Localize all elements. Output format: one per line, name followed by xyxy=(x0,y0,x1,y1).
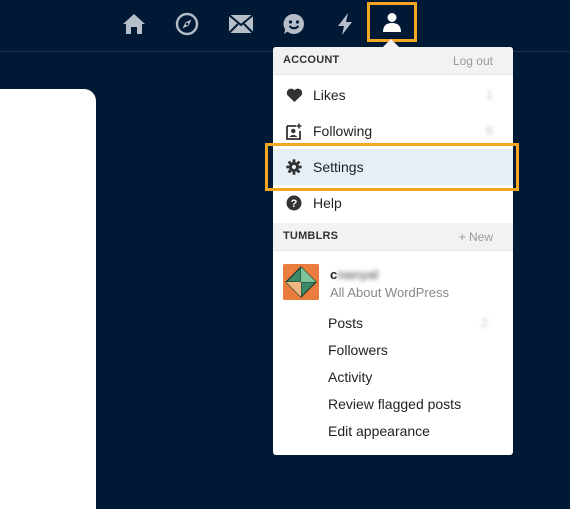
messaging-icon[interactable] xyxy=(279,9,309,39)
likes-count: 1 xyxy=(485,87,493,102)
followers-label: Followers xyxy=(328,342,388,358)
blog-title: All About WordPress xyxy=(330,285,449,300)
help-label: Help xyxy=(313,195,342,211)
dashboard-content-panel xyxy=(0,89,96,509)
question-icon: ? xyxy=(285,194,303,212)
blog-avatar xyxy=(283,264,319,300)
edit-appearance-link[interactable]: Edit appearance xyxy=(328,423,508,447)
tumblrs-section-header: TUMBLRS + New xyxy=(273,223,513,251)
account-header-label: ACCOUNT xyxy=(283,54,340,66)
activity-label: Activity xyxy=(328,369,373,385)
home-icon[interactable] xyxy=(119,9,149,39)
review-flagged-posts-label: Review flagged posts xyxy=(328,396,462,412)
following-label: Following xyxy=(313,123,373,139)
settings-highlight-box xyxy=(265,143,519,191)
posts-count: 2 xyxy=(480,315,488,330)
inbox-icon[interactable] xyxy=(226,9,256,39)
edit-appearance-label: Edit appearance xyxy=(328,423,430,439)
heart-icon xyxy=(285,86,303,104)
posts-label: Posts xyxy=(328,315,364,331)
blog-activity-link[interactable]: Activity xyxy=(328,369,508,393)
likes-label: Likes xyxy=(313,87,346,103)
blog-name: cnanyal xyxy=(330,267,379,282)
new-tumblr-link[interactable]: + New xyxy=(459,230,493,244)
svg-text:?: ? xyxy=(291,198,298,210)
account-button[interactable] xyxy=(367,2,417,42)
account-dropdown: ACCOUNT Log out Likes 1 Following 6 Sett… xyxy=(273,47,513,455)
review-flagged-posts-link[interactable]: Review flagged posts xyxy=(328,396,508,420)
tumblrs-header-label: TUMBLRS xyxy=(283,230,339,242)
following-count: 6 xyxy=(485,123,493,138)
activity-icon[interactable] xyxy=(330,9,360,39)
blog-posts-link[interactable]: Posts 2 xyxy=(328,315,508,339)
blog-followers-link[interactable]: Followers xyxy=(328,342,508,366)
account-section-header: ACCOUNT Log out xyxy=(273,47,513,75)
account-icon xyxy=(383,13,401,32)
logout-link[interactable]: Log out xyxy=(453,54,493,68)
explore-icon[interactable] xyxy=(172,9,202,39)
blog-item[interactable]: cnanyal All About WordPress xyxy=(273,255,513,305)
following-icon xyxy=(285,122,303,140)
menu-item-likes[interactable]: Likes 1 xyxy=(273,77,513,113)
